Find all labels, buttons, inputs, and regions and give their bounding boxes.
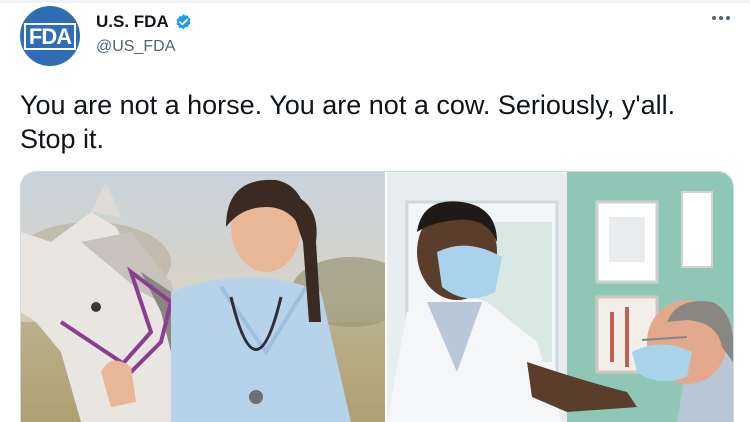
- tweet-media: [20, 171, 734, 422]
- photo-vet-with-horse[interactable]: [21, 172, 385, 422]
- top-divider: [0, 0, 750, 3]
- verified-badge-icon: [176, 13, 191, 29]
- author-name-row: U.S. FDA: [96, 12, 193, 32]
- more-horizontal-icon[interactable]: [710, 10, 732, 26]
- display-name[interactable]: U.S. FDA: [96, 12, 169, 32]
- avatar[interactable]: FDA: [20, 6, 80, 66]
- tweet-text: You are not a horse. You are not a cow. …: [20, 90, 676, 154]
- avatar-logo-text: FDA: [23, 22, 77, 50]
- user-handle[interactable]: @US_FDA: [96, 38, 175, 56]
- photo-doctor-with-patient[interactable]: [387, 172, 733, 422]
